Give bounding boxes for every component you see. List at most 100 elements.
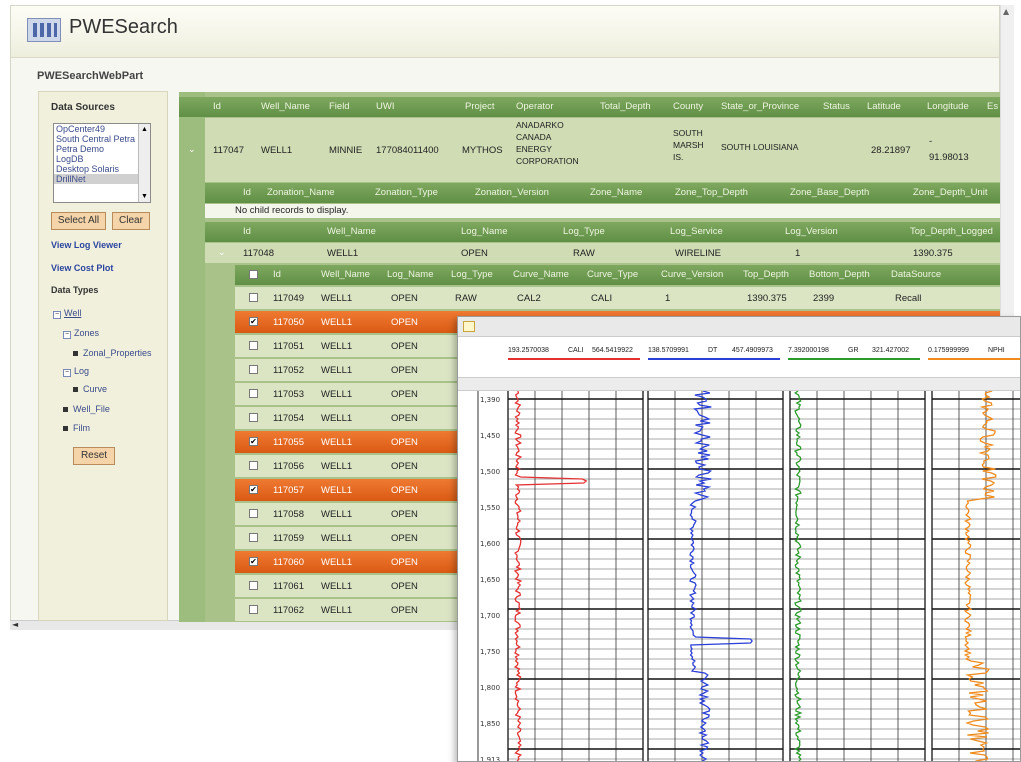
col-header[interactable]: State_or_Province	[721, 97, 799, 117]
data-sources-list[interactable]: OpCenter49 South Central Petra Petra Dem…	[53, 123, 151, 203]
col-header[interactable]: Status	[823, 97, 850, 117]
cell: OPEN	[461, 248, 488, 259]
col-header[interactable]: Id	[243, 183, 251, 203]
collapse-icon[interactable]: −	[63, 369, 71, 377]
row-checkbox[interactable]: ✔	[249, 557, 258, 566]
col-header[interactable]: Zonation_Name	[267, 183, 335, 203]
col-header[interactable]: Log_Version	[785, 222, 838, 242]
col-header[interactable]: County	[673, 97, 703, 117]
tree-node-log[interactable]: − Log	[63, 366, 89, 377]
col-header[interactable]: Total_Depth	[600, 97, 651, 117]
log-viewer-window[interactable]: 193.2570038 CALI 564.5419922 138.5709991 DT 4…	[457, 316, 1021, 762]
view-cost-plot-link[interactable]: View Cost Plot	[51, 263, 113, 273]
col-header[interactable]: Project	[465, 97, 495, 117]
col-header[interactable]: Curve_Name	[513, 265, 569, 285]
tree-label[interactable]: Zones	[74, 328, 99, 338]
clear-button[interactable]: Clear	[112, 212, 150, 230]
row-checkbox[interactable]: ✔	[249, 437, 258, 446]
tree-node-well-file[interactable]: Well_File	[63, 404, 110, 414]
webpart-title: PWESearchWebPart	[37, 70, 144, 82]
collapse-arrow-icon[interactable]: ⌄	[188, 144, 196, 155]
select-all-button[interactable]: Select All	[51, 212, 106, 230]
col-header[interactable]: Zone_Base_Depth	[790, 183, 869, 203]
collapse-arrow-icon[interactable]: ⌄	[218, 247, 226, 258]
col-header[interactable]: Well_Name	[261, 97, 310, 117]
view-log-viewer-link[interactable]: View Log Viewer	[51, 240, 122, 250]
col-header[interactable]: Id	[273, 265, 281, 285]
tree-node-zonal-properties[interactable]: Zonal_Properties	[73, 348, 152, 358]
cell: 91.98013	[929, 152, 969, 163]
list-scrollbar[interactable]: ▲ ▼	[138, 124, 150, 202]
scroll-down-icon[interactable]: ▼	[141, 193, 148, 200]
col-header[interactable]: Log_Type	[563, 222, 605, 242]
data-source-item[interactable]: LogDB	[54, 154, 150, 164]
col-header[interactable]: Bottom_Depth	[809, 265, 870, 285]
col-header[interactable]: Well_Name	[327, 222, 376, 242]
collapse-icon[interactable]: −	[53, 311, 61, 319]
data-source-item[interactable]: South Central Petra	[54, 134, 150, 144]
curve-row[interactable]: 117049 WELL1 OPEN RAW CAL2 CALI 1 1390.3…	[235, 287, 1000, 309]
col-header[interactable]: Log_Name	[461, 222, 507, 242]
row-checkbox[interactable]	[249, 581, 258, 590]
well-row[interactable]: 117047 WELL1 MINNIE 177084011400 MYTHOS …	[205, 118, 1000, 182]
col-header[interactable]: Id	[213, 97, 221, 117]
row-checkbox[interactable]	[249, 605, 258, 614]
row-checkbox[interactable]	[249, 533, 258, 542]
row-checkbox[interactable]	[249, 365, 258, 374]
row-checkbox[interactable]	[249, 293, 258, 302]
col-header[interactable]: UWI	[376, 97, 394, 117]
data-source-item[interactable]: Desktop Solaris	[54, 164, 150, 174]
col-header[interactable]: Es	[987, 97, 998, 117]
scroll-left-icon[interactable]: ◄	[12, 620, 18, 629]
col-header[interactable]: Log_Type	[451, 265, 493, 285]
tree-label[interactable]: Zonal_Properties	[83, 348, 152, 358]
tree-label[interactable]: Well_File	[73, 404, 110, 414]
select-all-checkbox[interactable]	[249, 270, 258, 279]
col-header[interactable]: Top_Depth_Logged	[910, 222, 993, 242]
depth-label: 1,850	[480, 720, 500, 728]
col-header[interactable]: Field	[329, 97, 350, 117]
tree-label[interactable]: Log	[74, 366, 89, 376]
tree-node-film[interactable]: Film	[63, 423, 90, 433]
row-checkbox[interactable]: ✔	[249, 485, 258, 494]
reset-button[interactable]: Reset	[73, 447, 115, 465]
scroll-up-icon[interactable]: ▲	[1003, 7, 1009, 16]
data-source-item[interactable]: DrillNet	[54, 174, 150, 184]
row-checkbox[interactable]	[249, 389, 258, 398]
col-header[interactable]: Zone_Name	[590, 183, 642, 203]
legend-min: 138.5709991	[648, 347, 689, 354]
log-plot[interactable]: 1,390 1,450 1,500 1,550 1,600 1,650 1,700 1,750…	[458, 391, 1021, 762]
col-header[interactable]: DataSource	[891, 265, 941, 285]
col-header[interactable]: Curve_Type	[587, 265, 638, 285]
col-header[interactable]: Longitude	[927, 97, 969, 117]
col-header[interactable]: Latitude	[867, 97, 901, 117]
tree-node-curve[interactable]: Curve	[73, 384, 107, 394]
tree-node-zones[interactable]: − Zones	[63, 328, 99, 339]
row-checkbox[interactable]	[249, 341, 258, 350]
log-viewer-titlebar[interactable]	[458, 317, 1020, 337]
data-source-item[interactable]: OpCenter49	[54, 124, 150, 134]
scroll-up-icon[interactable]: ▲	[141, 126, 148, 133]
col-header[interactable]: Log_Name	[387, 265, 433, 285]
col-header[interactable]: Well_Name	[321, 265, 370, 285]
col-header[interactable]: Id	[243, 222, 251, 242]
col-header[interactable]: Zone_Top_Depth	[675, 183, 748, 203]
col-header[interactable]: Top_Depth	[743, 265, 789, 285]
tree-node-well[interactable]: − Well	[53, 308, 81, 319]
col-header[interactable]: Zone_Depth_Unit	[913, 183, 987, 203]
tree-label[interactable]: Well	[64, 308, 81, 318]
data-source-item[interactable]: Petra Demo	[54, 144, 150, 154]
log-row[interactable]: 117048 WELL1 OPEN RAW WIRELINE 1 1390.37…	[205, 243, 1000, 263]
row-checkbox[interactable]	[249, 413, 258, 422]
col-header[interactable]: Zonation_Version	[475, 183, 549, 203]
row-checkbox[interactable]: ✔	[249, 317, 258, 326]
col-header[interactable]: Log_Service	[670, 222, 723, 242]
row-checkbox[interactable]	[249, 461, 258, 470]
tree-label[interactable]: Curve	[83, 384, 107, 394]
row-checkbox[interactable]	[249, 509, 258, 518]
col-header[interactable]: Curve_Version	[661, 265, 723, 285]
col-header[interactable]: Zonation_Type	[375, 183, 438, 203]
tree-label[interactable]: Film	[73, 423, 90, 433]
collapse-icon[interactable]: −	[63, 331, 71, 339]
col-header[interactable]: Operator	[516, 97, 554, 117]
